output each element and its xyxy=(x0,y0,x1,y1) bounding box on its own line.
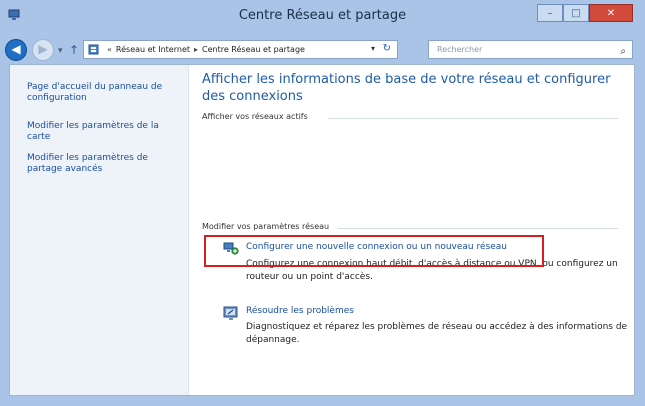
troubleshoot-description: Diagnostiquez et réparez les problèmes d… xyxy=(246,322,628,345)
sidebar: Page d'accueil du panneau de configurati… xyxy=(10,65,189,395)
back-arrow-icon: ◀ xyxy=(11,42,21,56)
change-settings-label: Modifier vos paramètres réseau xyxy=(202,222,330,231)
breadcrumb-network-center[interactable]: Centre Réseau et partage xyxy=(202,45,305,54)
page-title: Afficher les informations de base de vot… xyxy=(202,72,611,104)
search-input[interactable]: Rechercher ⌕ xyxy=(428,40,633,59)
search-placeholder: Rechercher xyxy=(437,45,483,54)
forward-button[interactable]: ▶ xyxy=(32,39,54,61)
maximize-button[interactable]: □ xyxy=(563,4,589,22)
network-sharing-center-window: Centre Réseau et partage – □ ✕ ◀ ▶ ▾ ↑ «… xyxy=(0,0,645,406)
breadcrumb-chevron-icon: ▸ xyxy=(194,45,199,54)
up-arrow-icon[interactable]: ↑ xyxy=(69,43,79,57)
breadcrumb-separator-icon: « xyxy=(107,45,112,54)
main-panel: Afficher les informations de base de vot… xyxy=(200,65,634,395)
close-button[interactable]: ✕ xyxy=(589,4,633,22)
title-bar[interactable]: Centre Réseau et partage – □ ✕ xyxy=(0,0,645,34)
breadcrumb-network-internet[interactable]: Réseau et Internet xyxy=(116,45,190,54)
recent-pages-dropdown-icon[interactable]: ▾ xyxy=(58,46,63,56)
address-bar[interactable]: « Réseau et Internet ▸ Centre Réseau et … xyxy=(83,40,398,59)
refresh-icon[interactable]: ↻ xyxy=(383,43,391,54)
sidebar-item-adapter-settings[interactable]: Modifier les paramètres de la carte xyxy=(27,121,182,143)
control-panel-icon xyxy=(88,44,99,55)
section-divider xyxy=(338,228,618,229)
forward-arrow-icon: ▶ xyxy=(38,42,48,56)
back-button[interactable]: ◀ xyxy=(5,39,27,61)
troubleshoot-icon xyxy=(223,306,238,320)
active-networks-label: Afficher vos réseaux actifs xyxy=(202,112,308,121)
sidebar-item-control-panel-home[interactable]: Page d'accueil du panneau de configurati… xyxy=(27,82,182,104)
navigation-bar: ◀ ▶ ▾ ↑ « Réseau et Internet ▸ Centre Ré… xyxy=(0,34,645,64)
window-controls: – □ ✕ xyxy=(537,4,633,24)
minimize-button[interactable]: – xyxy=(537,4,563,22)
address-dropdown-icon[interactable]: ▾ xyxy=(371,44,375,53)
content-area: Page d'accueil du panneau de configurati… xyxy=(9,64,635,396)
section-divider xyxy=(328,118,618,119)
sidebar-item-advanced-sharing[interactable]: Modifier les paramètres de partage avanc… xyxy=(27,153,182,175)
search-icon[interactable]: ⌕ xyxy=(620,43,626,60)
highlight-box xyxy=(204,235,544,267)
troubleshoot-link[interactable]: Résoudre les problèmes xyxy=(246,306,354,316)
